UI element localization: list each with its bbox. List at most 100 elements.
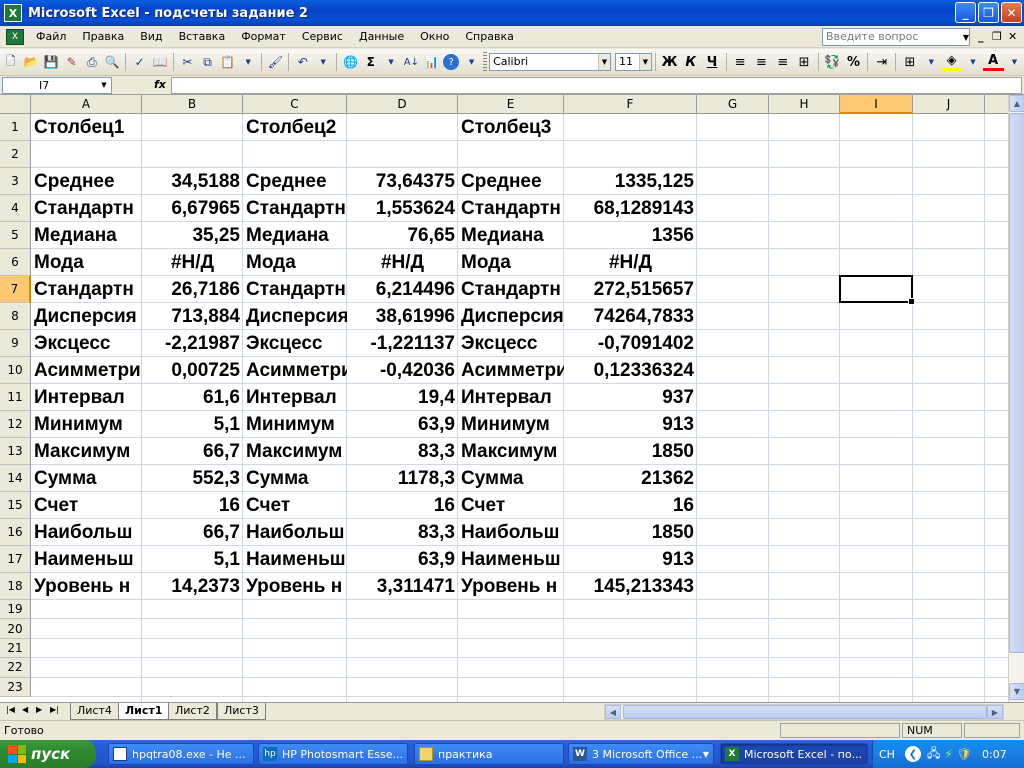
column-header-d[interactable]: D xyxy=(347,95,458,114)
cell-f9[interactable]: -0,7091402 xyxy=(564,330,697,357)
align-center-icon[interactable]: ≡ xyxy=(751,52,772,72)
cell-d4[interactable]: 1,553624 xyxy=(347,195,458,222)
row-header-6[interactable]: 6 xyxy=(0,249,31,276)
cell-a1[interactable]: Столбец1 xyxy=(31,114,142,141)
menu-data[interactable]: Данные xyxy=(351,27,412,47)
cell-f5[interactable]: 1356 xyxy=(564,222,697,249)
cell-c11[interactable]: Интервал xyxy=(243,384,347,411)
formula-input[interactable] xyxy=(171,77,1022,94)
title-bar[interactable]: X Microsoft Excel - подсчеты задание 2 _… xyxy=(0,0,1024,26)
cell-e3[interactable]: Среднее xyxy=(458,168,564,195)
row-header-3[interactable]: 3 xyxy=(0,168,31,195)
cell-a8[interactable]: Дисперсия xyxy=(31,303,142,330)
cell-a15[interactable]: Счет xyxy=(31,492,142,519)
sheet-tab-list1[interactable]: Лист1 xyxy=(118,703,170,720)
cell-e6[interactable]: Мода xyxy=(458,249,564,276)
align-right-icon[interactable]: ≡ xyxy=(772,52,793,72)
network-icon[interactable]: 🖧 xyxy=(927,744,940,765)
cell-d7[interactable]: 6,214496 xyxy=(347,276,458,303)
last-sheet-icon[interactable]: ▶| xyxy=(50,705,59,714)
cell-c9[interactable]: Эксцесс xyxy=(243,330,347,357)
cell-a6[interactable]: Мода xyxy=(31,249,142,276)
horizontal-scrollbar[interactable]: ◀ ▶ xyxy=(604,704,1004,720)
cell-c6[interactable]: Мода xyxy=(243,249,347,276)
spreadsheet-grid[interactable]: A B C D E F G H I J 1 2 3 4 5 6 7 8 9 10 11 12 13 14 15 16 17 18 19 2… xyxy=(0,95,1008,702)
doc-restore-icon[interactable]: ❐ xyxy=(992,30,1002,43)
cell-b14[interactable]: 552,3 xyxy=(142,465,243,492)
language-indicator[interactable]: CH xyxy=(879,748,895,761)
research-icon[interactable]: 📖 xyxy=(150,52,169,72)
cell-d9[interactable]: -1,221137 xyxy=(347,330,458,357)
cell-a13[interactable]: Максимум xyxy=(31,438,142,465)
name-box-dropdown-icon[interactable]: ▼ xyxy=(97,78,111,93)
cell-d14[interactable]: 1178,3 xyxy=(347,465,458,492)
cell-a14[interactable]: Сумма xyxy=(31,465,142,492)
cell-e17[interactable]: Наименьш xyxy=(458,546,564,573)
cell-f8[interactable]: 74264,7833 xyxy=(564,303,697,330)
cell-a12[interactable]: Минимум xyxy=(31,411,142,438)
hyperlink-icon[interactable]: 🌐 xyxy=(341,52,360,72)
row-header-8[interactable]: 8 xyxy=(0,303,31,330)
font-color-dropdown-icon[interactable]: ▼ xyxy=(1005,52,1024,72)
font-name-dropdown-icon[interactable]: ▼ xyxy=(597,54,610,70)
paste-icon[interactable]: 📋 xyxy=(218,52,237,72)
cell-e7[interactable]: Стандартн xyxy=(458,276,564,303)
cell-b6[interactable]: #Н/Д xyxy=(142,249,243,276)
print-icon[interactable]: ⎙ xyxy=(82,52,101,72)
autosum-icon[interactable]: Σ xyxy=(361,52,380,72)
column-header-c[interactable]: C xyxy=(243,95,347,114)
cell-b9[interactable]: -2,21987 xyxy=(142,330,243,357)
cell-f13[interactable]: 1850 xyxy=(564,438,697,465)
cell-f17[interactable]: 913 xyxy=(564,546,697,573)
cell-b3[interactable]: 34,5188 xyxy=(142,168,243,195)
excel-app-icon[interactable]: X xyxy=(4,4,22,22)
undo-dropdown-icon[interactable]: ▼ xyxy=(313,52,332,72)
cell-b18[interactable]: 14,2373 xyxy=(142,573,243,600)
group-dropdown-icon[interactable]: ▼ xyxy=(703,750,709,759)
select-all-corner[interactable] xyxy=(0,95,31,114)
cell-a3[interactable]: Среднее xyxy=(31,168,142,195)
cell-b15[interactable]: 16 xyxy=(142,492,243,519)
cell-e13[interactable]: Максимум xyxy=(458,438,564,465)
cell-e10[interactable]: Асимметри xyxy=(458,357,564,384)
active-cell-selection[interactable] xyxy=(839,275,915,305)
row-header-15[interactable]: 15 xyxy=(0,492,31,519)
cell-d3[interactable]: 73,64375 xyxy=(347,168,458,195)
cell-a10[interactable]: Асимметри xyxy=(31,357,142,384)
task-folder-praktika[interactable]: практика xyxy=(414,743,564,765)
help-question-input[interactable]: Введите вопрос xyxy=(822,28,970,46)
row-header-23[interactable]: 23 xyxy=(0,677,31,697)
cell-d5[interactable]: 76,65 xyxy=(347,222,458,249)
minimize-button[interactable]: _ xyxy=(955,2,976,23)
cell-b13[interactable]: 66,7 xyxy=(142,438,243,465)
vertical-scrollbar[interactable]: ▲ ▼ xyxy=(1008,95,1024,702)
cell-e8[interactable]: Дисперсия xyxy=(458,303,564,330)
sort-ascending-icon[interactable]: A↓ xyxy=(402,52,421,72)
cell-c12[interactable]: Минимум xyxy=(243,411,347,438)
cell-a16[interactable]: Наибольш xyxy=(31,519,142,546)
scroll-left-icon[interactable]: ◀ xyxy=(605,705,621,719)
font-size-dropdown-icon[interactable]: ▼ xyxy=(638,54,651,70)
cell-d6[interactable]: #Н/Д xyxy=(347,249,458,276)
cell-d8[interactable]: 38,61996 xyxy=(347,303,458,330)
row-header-20[interactable]: 20 xyxy=(0,619,31,639)
column-header-f[interactable]: F xyxy=(564,95,697,114)
paste-dropdown-icon[interactable]: ▼ xyxy=(239,52,258,72)
column-header-h[interactable]: H xyxy=(769,95,840,114)
column-header-e[interactable]: E xyxy=(458,95,564,114)
cell-f10[interactable]: 0,12336324 xyxy=(564,357,697,384)
bold-button[interactable]: Ж xyxy=(659,52,680,72)
spelling-icon[interactable]: ✓ xyxy=(130,52,149,72)
sheet-tab-list3[interactable]: Лист3 xyxy=(217,703,266,720)
cell-b11[interactable]: 61,6 xyxy=(142,384,243,411)
cell-f14[interactable]: 21362 xyxy=(564,465,697,492)
autosum-dropdown-icon[interactable]: ▼ xyxy=(381,52,400,72)
row-header-2[interactable]: 2 xyxy=(0,141,31,168)
italic-button[interactable]: К xyxy=(680,52,701,72)
row-header-1[interactable]: 1 xyxy=(0,114,31,141)
cell-b4[interactable]: 6,67965 xyxy=(142,195,243,222)
toolbar-options-icon[interactable]: ▼ xyxy=(462,52,481,72)
name-box[interactable]: I7 ▼ xyxy=(2,77,112,94)
font-color-button[interactable]: A xyxy=(982,53,1004,71)
cell-e1[interactable]: Столбец3 xyxy=(458,114,564,141)
